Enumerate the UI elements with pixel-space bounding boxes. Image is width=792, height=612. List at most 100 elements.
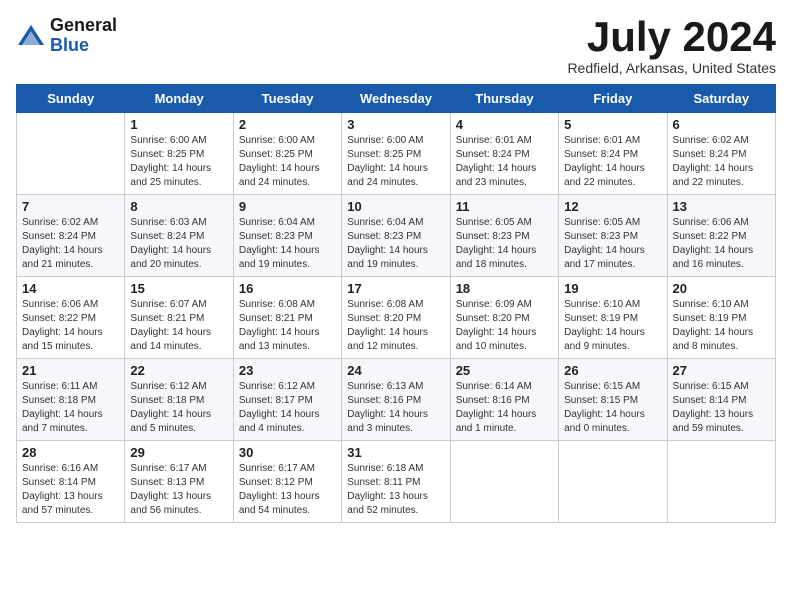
calendar-table: SundayMondayTuesdayWednesdayThursdayFrid… <box>16 84 776 523</box>
calendar-cell: 30 Sunrise: 6:17 AM Sunset: 8:12 PM Dayli… <box>233 441 341 523</box>
calendar-cell: 28 Sunrise: 6:16 AM Sunset: 8:14 PM Dayli… <box>17 441 125 523</box>
calendar-cell: 19Sunrise: 6:10 AM Sunset: 8:19 PM Dayli… <box>559 277 667 359</box>
day-number: 16 <box>239 281 336 296</box>
calendar-cell: 15Sunrise: 6:07 AM Sunset: 8:21 PM Dayli… <box>125 277 233 359</box>
calendar-cell <box>559 441 667 523</box>
day-number: 23 <box>239 363 336 378</box>
calendar-cell: 13 Sunrise: 6:06 AM Sunset: 8:22 PM Dayli… <box>667 195 775 277</box>
day-number: 29 <box>130 445 227 460</box>
day-number: 6 <box>673 117 770 132</box>
day-info: Sunrise: 6:00 AM Sunset: 8:25 PM Dayligh… <box>347 134 444 190</box>
calendar-cell <box>17 113 125 195</box>
day-info: Sunrise: 6:08 AM Sunset: 8:20 PM Dayligh… <box>347 298 444 354</box>
day-info: Sunrise: 6:14 AM Sunset: 8:16 PM Dayligh… <box>456 380 553 436</box>
day-info: Sunrise: 6:17 AM Sunset: 8:12 PM Dayligh… <box>239 462 336 518</box>
calendar-cell: 21 Sunrise: 6:11 AM Sunset: 8:18 PM Dayli… <box>17 359 125 441</box>
day-number: 15 <box>130 281 227 296</box>
calendar-week-row: 21 Sunrise: 6:11 AM Sunset: 8:18 PM Dayli… <box>17 359 776 441</box>
day-number: 9 <box>239 199 336 214</box>
calendar-cell: 11 Sunrise: 6:05 AM Sunset: 8:23 PM Dayli… <box>450 195 558 277</box>
day-info: Sunrise: 6:08 AM Sunset: 8:21 PM Dayligh… <box>239 298 336 354</box>
calendar-cell: 9 Sunrise: 6:04 AM Sunset: 8:23 PM Daylig… <box>233 195 341 277</box>
calendar-week-row: 28 Sunrise: 6:16 AM Sunset: 8:14 PM Dayli… <box>17 441 776 523</box>
day-number: 8 <box>130 199 227 214</box>
calendar-cell: 27Sunrise: 6:15 AM Sunset: 8:14 PM Dayli… <box>667 359 775 441</box>
day-number: 21 <box>22 363 119 378</box>
calendar-cell: 24 Sunrise: 6:13 AM Sunset: 8:16 PM Dayli… <box>342 359 450 441</box>
day-number: 18 <box>456 281 553 296</box>
calendar-week-row: 7 Sunrise: 6:02 AM Sunset: 8:24 PM Daylig… <box>17 195 776 277</box>
day-number: 2 <box>239 117 336 132</box>
calendar-cell: 29Sunrise: 6:17 AM Sunset: 8:13 PM Dayli… <box>125 441 233 523</box>
day-info: Sunrise: 6:06 AM Sunset: 8:22 PM Dayligh… <box>22 298 119 354</box>
day-info: Sunrise: 6:15 AM Sunset: 8:15 PM Dayligh… <box>564 380 661 436</box>
day-info: Sunrise: 6:02 AM Sunset: 8:24 PM Dayligh… <box>673 134 770 190</box>
day-number: 30 <box>239 445 336 460</box>
calendar-cell <box>450 441 558 523</box>
day-number: 28 <box>22 445 119 460</box>
day-number: 27 <box>673 363 770 378</box>
calendar-cell: 8Sunrise: 6:03 AM Sunset: 8:24 PM Daylig… <box>125 195 233 277</box>
day-number: 19 <box>564 281 661 296</box>
day-info: Sunrise: 6:18 AM Sunset: 8:11 PM Dayligh… <box>347 462 444 518</box>
day-number: 7 <box>22 199 119 214</box>
calendar-header-row: SundayMondayTuesdayWednesdayThursdayFrid… <box>17 85 776 113</box>
day-info: Sunrise: 6:04 AM Sunset: 8:23 PM Dayligh… <box>239 216 336 272</box>
day-number: 17 <box>347 281 444 296</box>
calendar-cell: 7 Sunrise: 6:02 AM Sunset: 8:24 PM Daylig… <box>17 195 125 277</box>
day-number: 31 <box>347 445 444 460</box>
calendar-cell: 10Sunrise: 6:04 AM Sunset: 8:23 PM Dayli… <box>342 195 450 277</box>
weekday-header-monday: Monday <box>125 85 233 113</box>
day-number: 4 <box>456 117 553 132</box>
day-info: Sunrise: 6:12 AM Sunset: 8:18 PM Dayligh… <box>130 380 227 436</box>
calendar-cell: 12 Sunrise: 6:05 AM Sunset: 8:23 PM Dayli… <box>559 195 667 277</box>
day-number: 20 <box>673 281 770 296</box>
weekday-header-friday: Friday <box>559 85 667 113</box>
day-number: 11 <box>456 199 553 214</box>
calendar-cell: 2 Sunrise: 6:00 AM Sunset: 8:25 PM Daylig… <box>233 113 341 195</box>
day-number: 5 <box>564 117 661 132</box>
day-info: Sunrise: 6:05 AM Sunset: 8:23 PM Dayligh… <box>456 216 553 272</box>
logo-icon <box>16 21 46 51</box>
calendar-week-row: 1Sunrise: 6:00 AM Sunset: 8:25 PM Daylig… <box>17 113 776 195</box>
day-number: 14 <box>22 281 119 296</box>
calendar-cell: 16 Sunrise: 6:08 AM Sunset: 8:21 PM Dayli… <box>233 277 341 359</box>
day-number: 12 <box>564 199 661 214</box>
day-number: 25 <box>456 363 553 378</box>
day-number: 13 <box>673 199 770 214</box>
weekday-header-sunday: Sunday <box>17 85 125 113</box>
logo: General Blue <box>16 16 117 56</box>
calendar-cell: 23 Sunrise: 6:12 AM Sunset: 8:17 PM Dayli… <box>233 359 341 441</box>
day-info: Sunrise: 6:13 AM Sunset: 8:16 PM Dayligh… <box>347 380 444 436</box>
day-info: Sunrise: 6:06 AM Sunset: 8:22 PM Dayligh… <box>673 216 770 272</box>
calendar-cell: 6 Sunrise: 6:02 AM Sunset: 8:24 PM Daylig… <box>667 113 775 195</box>
day-info: Sunrise: 6:10 AM Sunset: 8:19 PM Dayligh… <box>673 298 770 354</box>
day-number: 10 <box>347 199 444 214</box>
day-info: Sunrise: 6:02 AM Sunset: 8:24 PM Dayligh… <box>22 216 119 272</box>
month-year-title: July 2024 <box>567 16 776 58</box>
day-info: Sunrise: 6:01 AM Sunset: 8:24 PM Dayligh… <box>456 134 553 190</box>
day-info: Sunrise: 6:12 AM Sunset: 8:17 PM Dayligh… <box>239 380 336 436</box>
calendar-cell: 31 Sunrise: 6:18 AM Sunset: 8:11 PM Dayli… <box>342 441 450 523</box>
day-info: Sunrise: 6:00 AM Sunset: 8:25 PM Dayligh… <box>130 134 227 190</box>
day-number: 3 <box>347 117 444 132</box>
day-number: 22 <box>130 363 227 378</box>
calendar-cell: 14 Sunrise: 6:06 AM Sunset: 8:22 PM Dayli… <box>17 277 125 359</box>
calendar-cell: 26 Sunrise: 6:15 AM Sunset: 8:15 PM Dayli… <box>559 359 667 441</box>
calendar-cell: 20 Sunrise: 6:10 AM Sunset: 8:19 PM Dayli… <box>667 277 775 359</box>
calendar-cell: 1Sunrise: 6:00 AM Sunset: 8:25 PM Daylig… <box>125 113 233 195</box>
calendar-cell: 22 Sunrise: 6:12 AM Sunset: 8:18 PM Dayli… <box>125 359 233 441</box>
day-number: 26 <box>564 363 661 378</box>
page-header: General Blue July 2024 Redfield, Arkansa… <box>16 16 776 76</box>
day-info: Sunrise: 6:16 AM Sunset: 8:14 PM Dayligh… <box>22 462 119 518</box>
calendar-cell: 17 Sunrise: 6:08 AM Sunset: 8:20 PM Dayli… <box>342 277 450 359</box>
logo-text: General Blue <box>50 16 117 56</box>
day-info: Sunrise: 6:01 AM Sunset: 8:24 PM Dayligh… <box>564 134 661 190</box>
calendar-cell <box>667 441 775 523</box>
weekday-header-saturday: Saturday <box>667 85 775 113</box>
day-info: Sunrise: 6:05 AM Sunset: 8:23 PM Dayligh… <box>564 216 661 272</box>
day-info: Sunrise: 6:00 AM Sunset: 8:25 PM Dayligh… <box>239 134 336 190</box>
day-number: 24 <box>347 363 444 378</box>
calendar-cell: 5 Sunrise: 6:01 AM Sunset: 8:24 PM Daylig… <box>559 113 667 195</box>
day-info: Sunrise: 6:11 AM Sunset: 8:18 PM Dayligh… <box>22 380 119 436</box>
